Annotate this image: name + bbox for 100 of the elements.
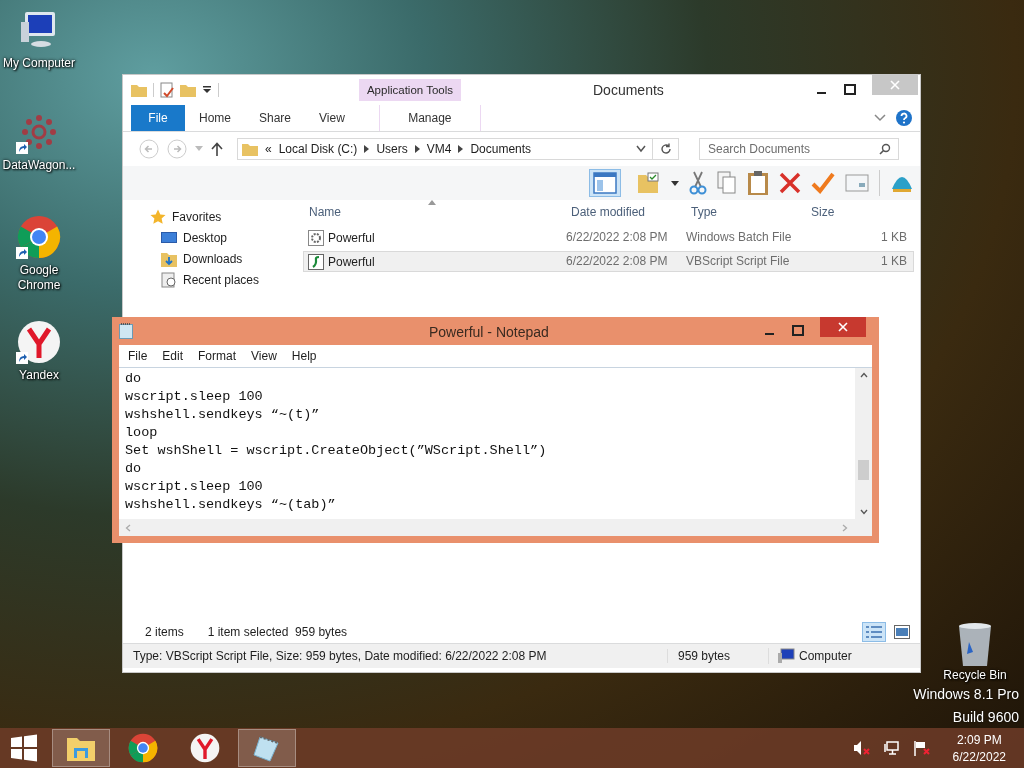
desktop-icon-label[interactable]: My Computer: [0, 56, 79, 71]
details-view-button[interactable]: [862, 622, 886, 642]
windows-logo-icon: [10, 734, 38, 762]
window-title: Documents: [593, 82, 664, 98]
chrome-icon: [128, 733, 158, 763]
pane-icon: [593, 172, 617, 194]
preview-pane-button[interactable]: [589, 169, 621, 197]
monitor-icon: [161, 230, 177, 245]
scroll-thumb[interactable]: [858, 460, 869, 480]
file-name: Powerful: [328, 254, 375, 269]
desktop-icon-label[interactable]: Recycle Bin: [935, 668, 1015, 683]
refresh-icon: [659, 143, 672, 155]
muted-speaker-icon[interactable]: [852, 740, 871, 756]
refresh-button[interactable]: [653, 138, 679, 160]
menu-item[interactable]: File: [125, 349, 154, 363]
code-line: loop: [125, 424, 159, 442]
location-text: Computer: [799, 649, 852, 663]
selection-info: 1 item selected 959 bytes: [207, 625, 348, 639]
notepad-icon[interactable]: [119, 323, 133, 339]
code-line: wscript.sleep 100: [125, 388, 264, 406]
desktop-icon-label[interactable]: Google Chrome: [1, 263, 77, 293]
table-cell: 1 KB: [881, 230, 907, 244]
nav-item[interactable]: Recent places: [123, 271, 303, 288]
delete-icon[interactable]: [779, 172, 801, 194]
table-cell: VBScript Script File: [686, 254, 790, 268]
recycle-bin-icon[interactable]: [957, 622, 993, 668]
recent-document-icon: [161, 271, 177, 288]
item-count: 2 items: [145, 625, 184, 639]
scroll-up-icon[interactable]: [859, 372, 868, 378]
yandex-icon: [190, 733, 220, 763]
file-row[interactable]: Powerful 6/22/2022 2:08 PM VBScript Script File 1 KB: [303, 251, 914, 272]
context-tab-header: Application Tools: [359, 79, 461, 101]
dropdown-arrow-icon[interactable]: [671, 180, 679, 186]
code-line: do: [125, 370, 143, 388]
breadcrumb-arrow-icon[interactable]: [364, 145, 370, 153]
scroll-down-icon[interactable]: [859, 509, 868, 515]
nav-item[interactable]: Favorites: [123, 208, 303, 225]
maximize-icon[interactable]: [844, 84, 856, 96]
column-header[interactable]: Size: [811, 205, 835, 219]
nav-item[interactable]: Desktop: [123, 229, 303, 246]
maximize-icon[interactable]: [792, 325, 804, 337]
scissors-icon[interactable]: [689, 171, 707, 195]
up-arrow-icon[interactable]: [211, 142, 223, 156]
desktop-icon-label[interactable]: DataWagon...: [1, 158, 77, 173]
breadcrumb-arrow-icon[interactable]: [414, 145, 420, 153]
breadcrumb-arrow-icon[interactable]: [458, 145, 464, 153]
dropdown-icon[interactable]: [202, 85, 212, 95]
clock[interactable]: 2:09 PM 6/22/2022: [946, 731, 1012, 765]
file-tab[interactable]: File: [131, 105, 185, 131]
code-line: wshshell.sendkeys “~(tab)”: [125, 496, 337, 514]
menu-item[interactable]: Help: [288, 349, 323, 363]
chrome-icon[interactable]: [17, 215, 61, 259]
ribbon-tab[interactable]: View: [305, 105, 359, 131]
checkmark-icon[interactable]: [811, 172, 835, 194]
notepad-icon: [252, 733, 282, 763]
search-field[interactable]: Search Documents: [699, 138, 899, 160]
image-icon: [894, 625, 910, 639]
address-bar[interactable]: « Local Disk (C:) Users VM4 Documents: [237, 138, 653, 160]
chevron-down-icon[interactable]: [636, 145, 646, 153]
os-watermark: Build 9600: [952, 709, 1019, 726]
help-icon[interactable]: [896, 110, 912, 126]
os-watermark: Windows 8.1 Pro: [913, 686, 1019, 703]
ribbon-tab[interactable]: Share: [245, 105, 306, 131]
column-header[interactable]: Type: [691, 205, 717, 219]
yandex-icon[interactable]: [17, 320, 61, 364]
table-cell: 6/22/2022 2:08 PM: [566, 230, 668, 244]
menu-item[interactable]: View: [248, 349, 283, 363]
computer-icon: [777, 648, 795, 664]
close-button[interactable]: [820, 317, 866, 337]
code-line: do: [125, 460, 143, 478]
code-line: wscript.sleep 100: [125, 478, 264, 496]
window-title: Powerful - Notepad: [429, 324, 549, 340]
details-size: 959 bytes: [667, 649, 768, 663]
chevron-down-icon[interactable]: [874, 114, 886, 122]
clipboard-icon[interactable]: [747, 170, 769, 196]
network-icon[interactable]: [882, 740, 901, 756]
file-row[interactable]: Powerful 6/22/2022 2:08 PM Windows Batch File 1 KB: [303, 227, 914, 248]
ribbon-tab[interactable]: Home: [185, 105, 245, 131]
search-icon[interactable]: [879, 143, 891, 155]
download-folder-icon: [161, 250, 177, 267]
flag-icon[interactable]: [912, 740, 931, 756]
gear-file-icon: [308, 229, 324, 246]
script-file-icon: [308, 253, 324, 270]
properties-icon[interactable]: [160, 82, 174, 98]
vertical-scrollbar[interactable]: [855, 368, 872, 519]
desktop-icon-label[interactable]: Yandex: [1, 368, 77, 383]
notepad-taskbar-button[interactable]: [238, 729, 296, 767]
table-cell: Windows Batch File: [686, 230, 792, 244]
close-icon: [890, 80, 900, 90]
code-line: Set wshShell = wscript.CreateObject(”WScript.Shell”): [125, 442, 548, 460]
nav-item[interactable]: Downloads: [123, 250, 303, 267]
menu-item[interactable]: Edit: [159, 349, 190, 363]
menu-item[interactable]: Format: [195, 349, 243, 363]
column-header[interactable]: Date modified: [571, 205, 646, 219]
column-header[interactable]: Name: [309, 205, 341, 219]
table-cell: 1 KB: [881, 254, 907, 268]
folder-check-icon[interactable]: [637, 171, 661, 195]
file-name: Powerful: [328, 230, 375, 245]
details-text: Type: VBScript Script File, Size: 959 bytes, Date modified: 6/22/2022 2:08 PM: [132, 649, 548, 663]
explorer-taskbar-button[interactable]: [52, 729, 110, 767]
